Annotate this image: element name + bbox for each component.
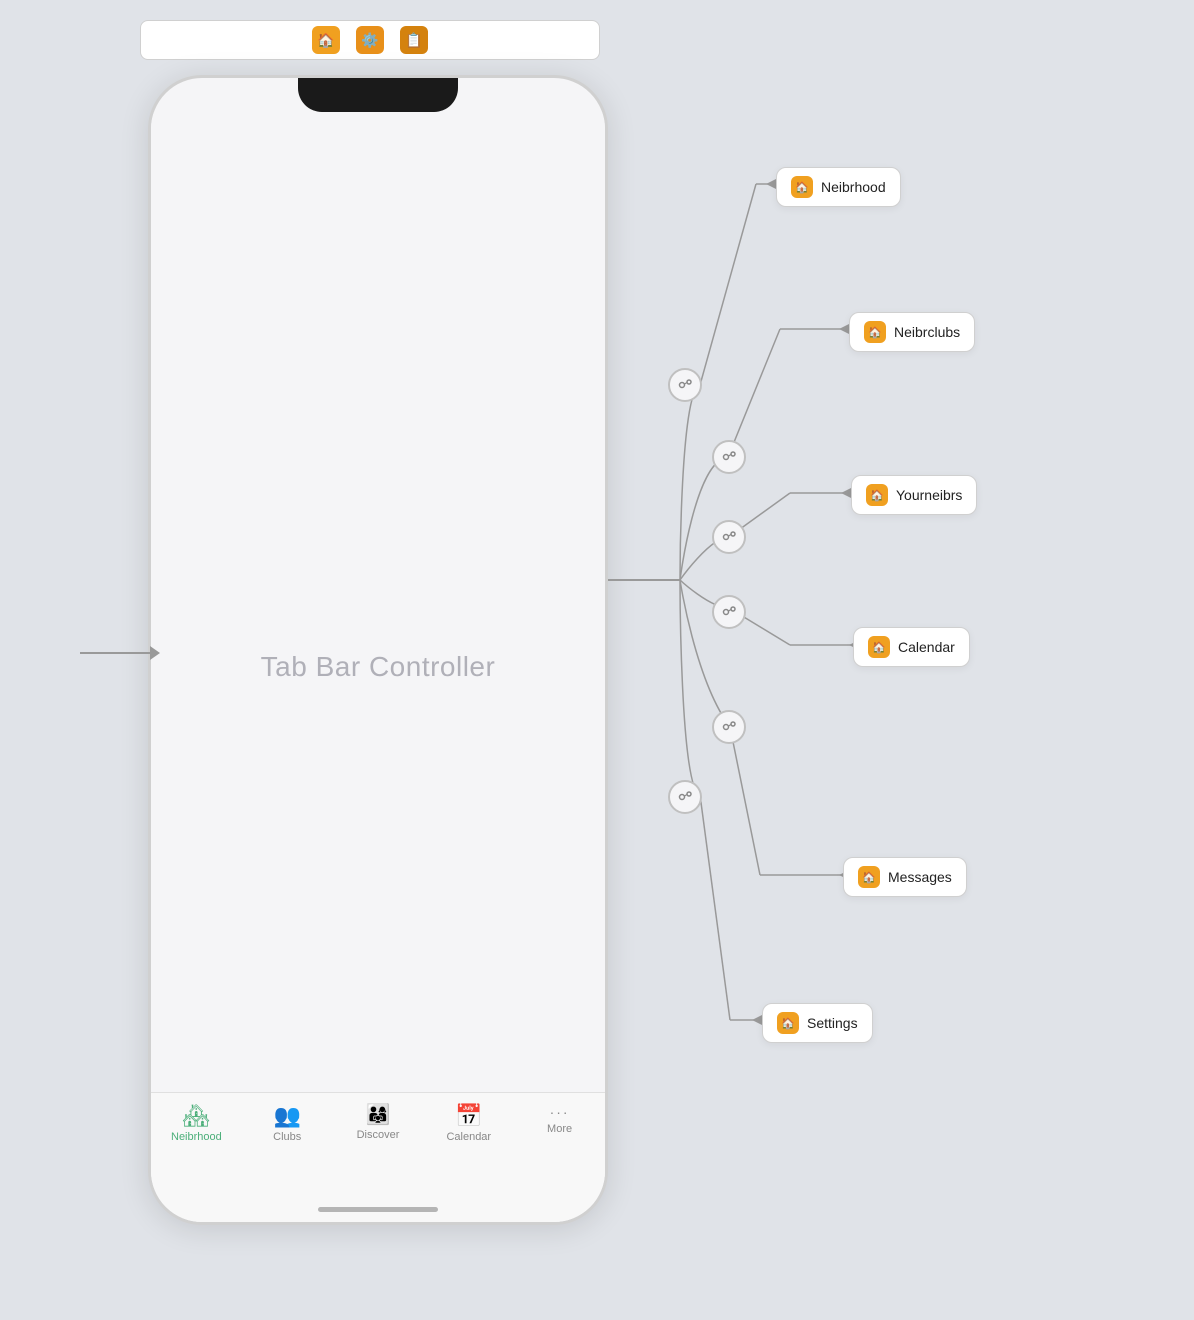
nav-node-6 [668, 780, 702, 814]
dest-neibrclubs-label: Neibrclubs [894, 324, 960, 340]
node-icon-6 [677, 789, 693, 805]
node-icon-4 [721, 604, 737, 620]
nav-node-3 [712, 520, 746, 554]
tab-neibrhood[interactable]: 🏘 Neibrhood [160, 1105, 232, 1143]
tab-clubs[interactable]: 👥 Clubs [251, 1105, 323, 1143]
home-indicator [318, 1207, 438, 1212]
entry-arrow [80, 646, 160, 660]
discover-icon: 👨‍👩‍👧 [366, 1105, 391, 1125]
screen-title: Tab Bar Controller [261, 651, 496, 683]
dest-calendar[interactable]: 🏠 Calendar [853, 627, 970, 667]
entry-arrow-line [80, 652, 150, 654]
phone-notch [298, 78, 458, 112]
nav-node-5 [712, 710, 746, 744]
discover-label: Discover [357, 1129, 400, 1141]
more-label: More [547, 1123, 572, 1135]
dest-yourneibrs-icon: 🏠 [866, 484, 888, 506]
tab-discover[interactable]: 👨‍👩‍👧 Discover [342, 1105, 414, 1141]
tab-calendar[interactable]: 📅 Calendar [433, 1105, 505, 1143]
dest-messages-label: Messages [888, 869, 952, 885]
dest-neibrhood[interactable]: 🏠 Neibrhood [776, 167, 901, 207]
clubs-icon: 👥 [273, 1105, 300, 1127]
neibrhood-label: Neibrhood [171, 1131, 222, 1143]
toolbar-icon-2[interactable]: ⚙️ [356, 26, 384, 54]
xcode-toolbar: 🏠 ⚙️ 📋 [140, 20, 600, 60]
dest-neibrhood-label: Neibrhood [821, 179, 886, 195]
phone-mockup: Tab Bar Controller 🏘 Neibrhood 👥 Clubs 👨… [148, 75, 608, 1225]
node-icon-2 [721, 449, 737, 465]
clubs-label: Clubs [273, 1131, 301, 1143]
dest-settings-icon: 🏠 [777, 1012, 799, 1034]
dest-neibrclubs-icon: 🏠 [864, 321, 886, 343]
node-icon-3 [721, 529, 737, 545]
node-icon-5 [721, 719, 737, 735]
toolbar-icon-1[interactable]: 🏠 [312, 26, 340, 54]
dest-settings[interactable]: 🏠 Settings [762, 1003, 873, 1043]
neibrhood-icon: 🏘 [182, 1105, 210, 1127]
nav-node-2 [712, 440, 746, 474]
dest-messages[interactable]: 🏠 Messages [843, 857, 967, 897]
entry-arrow-head [150, 646, 160, 660]
dest-yourneibrs-label: Yourneibrs [896, 487, 962, 503]
dest-yourneibrs[interactable]: 🏠 Yourneibrs [851, 475, 977, 515]
calendar-label: Calendar [446, 1131, 491, 1143]
tab-more[interactable]: ··· More [524, 1105, 596, 1135]
dest-calendar-icon: 🏠 [868, 636, 890, 658]
phone-screen: Tab Bar Controller 🏘 Neibrhood 👥 Clubs 👨… [151, 112, 605, 1222]
dest-neibrhood-icon: 🏠 [791, 176, 813, 198]
node-icon-1 [677, 377, 693, 393]
nav-node-4 [712, 595, 746, 629]
dest-settings-label: Settings [807, 1015, 858, 1031]
dest-messages-icon: 🏠 [858, 866, 880, 888]
calendar-icon: 📅 [455, 1105, 482, 1127]
phone-main-area: Tab Bar Controller [151, 112, 605, 1222]
toolbar-icon-3[interactable]: 📋 [400, 26, 428, 54]
dest-calendar-label: Calendar [898, 639, 955, 655]
more-icon: ··· [550, 1105, 570, 1119]
dest-neibrclubs[interactable]: 🏠 Neibrclubs [849, 312, 975, 352]
tab-bar: 🏘 Neibrhood 👥 Clubs 👨‍👩‍👧 Discover 📅 Cal… [151, 1092, 605, 1222]
nav-node-1 [668, 368, 702, 402]
